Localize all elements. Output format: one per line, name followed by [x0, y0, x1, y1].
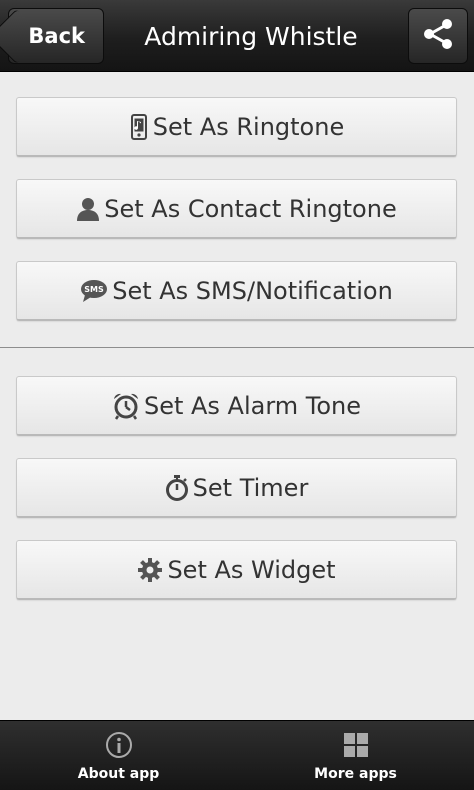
set-ringtone-label: Set As Ringtone: [152, 112, 345, 141]
alarm-clock-icon: [112, 392, 140, 420]
sms-icon-text: SMS: [84, 285, 104, 294]
set-alarm-tone-label: Set As Alarm Tone: [143, 391, 362, 420]
share-button[interactable]: [408, 8, 468, 64]
about-app-tab[interactable]: About app: [0, 721, 237, 790]
screen: Back Admiring Whistle Set As Ringtone Se…: [0, 0, 474, 790]
more-apps-tab[interactable]: More apps: [237, 721, 474, 790]
share-icon: [421, 17, 455, 55]
page-title: Admiring Whistle: [144, 21, 358, 51]
set-contact-ringtone-label: Set As Contact Ringtone: [104, 194, 397, 223]
section-divider: [0, 347, 474, 348]
grid-icon: [342, 730, 370, 760]
set-widget-button[interactable]: Set As Widget: [16, 540, 457, 600]
set-contact-ringtone-button[interactable]: Set As Contact Ringtone: [16, 179, 457, 239]
more-apps-label: More apps: [314, 766, 397, 782]
bottom-bar: About app More apps: [0, 720, 474, 790]
set-ringtone-button[interactable]: Set As Ringtone: [16, 97, 457, 157]
back-button[interactable]: Back: [8, 8, 104, 64]
set-timer-button[interactable]: Set Timer: [16, 458, 457, 518]
about-app-label: About app: [77, 766, 160, 782]
back-button-label: Back: [28, 24, 85, 48]
set-sms-notification-button[interactable]: SMS Set As SMS/Notification: [16, 261, 457, 321]
info-icon: [105, 730, 133, 760]
sms-icon: SMS: [80, 279, 108, 303]
set-alarm-tone-button[interactable]: Set As Alarm Tone: [16, 376, 457, 436]
header-bar: Back Admiring Whistle: [0, 0, 474, 72]
set-widget-label: Set As Widget: [167, 555, 336, 584]
stopwatch-icon: [165, 474, 189, 502]
gear-icon: [137, 557, 163, 583]
set-sms-notification-label: Set As SMS/Notification: [112, 276, 393, 305]
person-icon: [76, 196, 100, 222]
phone-icon: [129, 113, 149, 140]
set-timer-label: Set Timer: [192, 473, 309, 502]
